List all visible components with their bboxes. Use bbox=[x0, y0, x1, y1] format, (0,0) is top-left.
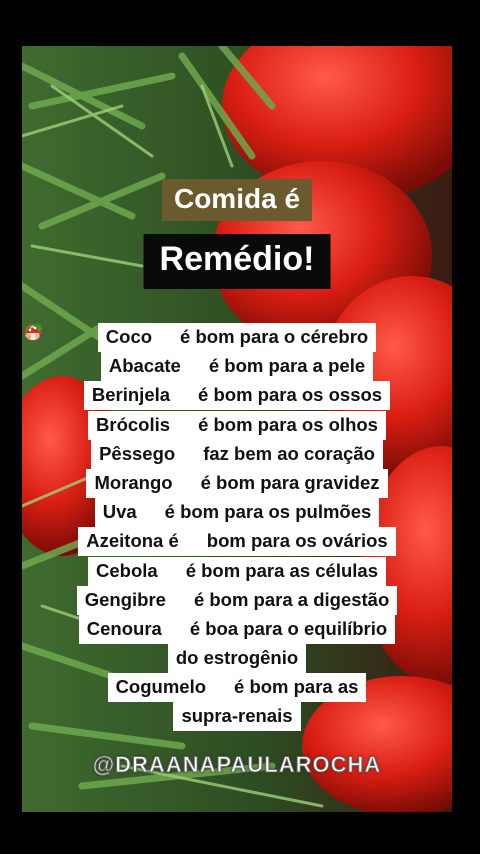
list-item: Abacate é bom para a pele bbox=[27, 324, 374, 382]
food-benefit: é bom para o cérebro bbox=[180, 326, 369, 347]
food-benefit: é bom para a digestão bbox=[193, 588, 390, 610]
food-benefit: bom para os ovários bbox=[206, 530, 388, 552]
list-row: Pêssego faz bem ao coração bbox=[22, 324, 452, 469]
food-name: Abacate bbox=[108, 355, 181, 377]
avocado-icon bbox=[27, 324, 206, 374]
food-benefit: é bom para os pulmões bbox=[164, 501, 372, 523]
food-benefit: é bom para a pele bbox=[208, 355, 366, 377]
food-benefit: é bom para os ossos bbox=[198, 384, 383, 406]
list-row: Azeitona é bom para os ovários bbox=[22, 326, 452, 557]
list-item: Coco é bom para o cérebro bbox=[24, 323, 377, 352]
food-name: do estrogênio bbox=[175, 647, 299, 669]
list-item: Cebola é bom para as células bbox=[26, 325, 386, 586]
list-row: Morango é bom para gravidez bbox=[22, 326, 452, 498]
food-benefit: é bom para os olhos bbox=[198, 413, 378, 435]
list-row: Brócolis é bom para os olhos bbox=[22, 325, 452, 440]
food-name: supra-renais bbox=[181, 705, 293, 727]
list-row: supra-renais bbox=[22, 702, 452, 732]
food-name: Gengibre bbox=[84, 588, 166, 610]
food-benefit: é bom para gravidez bbox=[200, 471, 380, 493]
list-row: Cenoura é boa para o equilíbrio bbox=[22, 323, 452, 644]
list-item: Pêssego faz bem ao coração bbox=[25, 324, 383, 469]
food-benefit: faz bem ao coração bbox=[203, 442, 375, 464]
food-name: Cebola bbox=[96, 559, 158, 581]
background-photo: Comida é Remédio! Coco é bom para o céreb… bbox=[22, 46, 452, 812]
food-name: Coco bbox=[105, 326, 153, 347]
mushroom-icon bbox=[25, 326, 231, 695]
list-row: Coco é bom para o cérebro bbox=[22, 323, 452, 352]
food-name: Uva bbox=[102, 501, 137, 523]
grapes-icon bbox=[27, 323, 162, 520]
list-item: Brócolis é bom para os olhos bbox=[26, 325, 386, 440]
list-row: Cebola é bom para as células bbox=[22, 325, 452, 586]
strawberry-icon bbox=[26, 326, 198, 491]
food-name: Cenoura bbox=[86, 617, 162, 639]
list-item: Cenoura é boa para o equilíbrio bbox=[26, 323, 396, 644]
broccoli-icon bbox=[26, 325, 195, 433]
list-item: Morango é bom para gravidez bbox=[26, 326, 388, 498]
list-item: Gengibre é bom para a digestão bbox=[25, 327, 398, 615]
list-row: Uva é bom para os pulmões bbox=[22, 323, 452, 528]
coconut-icon bbox=[24, 323, 177, 345]
peach-icon bbox=[25, 324, 200, 462]
onion-icon bbox=[26, 325, 183, 579]
list-row: Berinjela é bom para os ossos bbox=[22, 326, 452, 411]
food-name: Morango bbox=[94, 471, 173, 493]
watermark: @DRAANAPAULAROCHA bbox=[92, 752, 382, 778]
list-row: do estrogênio bbox=[22, 644, 452, 674]
food-name: Azeitona é bbox=[86, 530, 179, 552]
list-row: Cogumelo é bom para as bbox=[22, 326, 452, 703]
food-benefit: é bom para as células bbox=[185, 559, 378, 581]
food-benefit: é bom para as bbox=[234, 676, 359, 698]
title-line-1: Comida é bbox=[161, 179, 313, 221]
eggplant-icon bbox=[25, 326, 195, 403]
list-row: Gengibre é bom para a digestão bbox=[22, 327, 452, 615]
list-row: Abacate é bom para a pele bbox=[22, 324, 452, 382]
list-item: Cogumelo é bom para as bbox=[25, 326, 367, 703]
food-name: Pêssego bbox=[99, 442, 176, 464]
list-item: do estrogênio bbox=[167, 644, 307, 674]
ginger-icon bbox=[25, 327, 191, 608]
food-benefit: é boa para o equilíbrio bbox=[189, 617, 388, 639]
list-item: supra-renais bbox=[173, 702, 301, 732]
title-line-2: Remédio! bbox=[143, 234, 331, 289]
food-name: Cogumelo bbox=[115, 676, 207, 698]
list-item: Berinjela é bom para os ossos bbox=[25, 326, 391, 411]
list-item: Azeitona é bom para os ovários bbox=[26, 326, 396, 557]
food-list: Coco é bom para o cérebro Abacate é bom par… bbox=[22, 323, 452, 732]
food-name: Berinjela bbox=[91, 384, 171, 406]
carrot-icon bbox=[26, 323, 187, 637]
list-item: Uva é bom para os pulmões bbox=[27, 323, 380, 528]
olive-icon bbox=[26, 326, 204, 549]
food-name: Brócolis bbox=[96, 413, 171, 435]
